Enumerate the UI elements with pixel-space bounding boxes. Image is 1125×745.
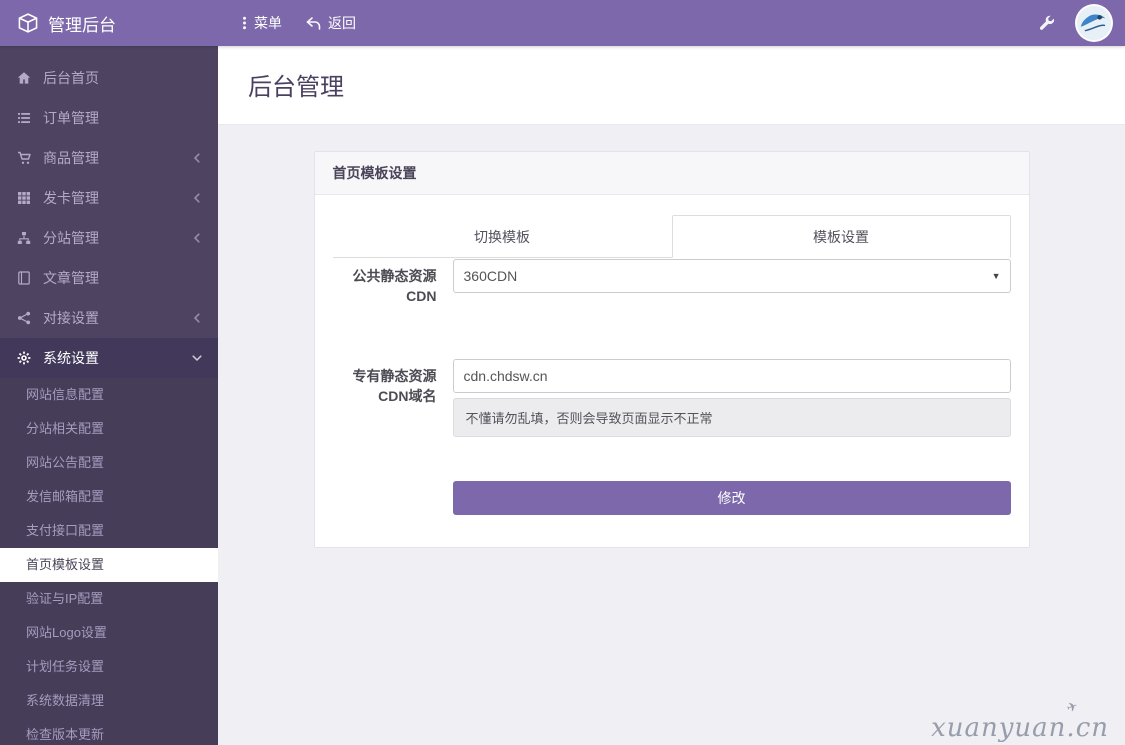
- public-cdn-select[interactable]: 360CDN: [453, 259, 1011, 293]
- submit-button[interactable]: 修改: [453, 481, 1011, 515]
- sidebar-item-label: 分站管理: [43, 228, 99, 248]
- submenu-item-site-logo[interactable]: 网站Logo设置: [0, 616, 218, 650]
- brand-title: 管理后台: [48, 11, 116, 36]
- share-icon: [16, 311, 32, 325]
- sidebar-item-label: 发卡管理: [43, 188, 99, 208]
- chevron-left-icon: [192, 313, 202, 323]
- book-icon: [16, 271, 32, 285]
- topbar: 管理后台 菜单 返回: [0, 0, 1125, 46]
- submenu-item-data-cleanup[interactable]: 系统数据清理: [0, 684, 218, 718]
- menu-dots-icon: [242, 16, 247, 30]
- submenu-item-scheduled-tasks[interactable]: 计划任务设置: [0, 650, 218, 684]
- content-area: 首页模板设置 切换模板 模板设置 公共静态资源CDN 360CDN: [218, 125, 1125, 548]
- app-logo-icon: [18, 13, 38, 33]
- sidebar-item-orders[interactable]: 订单管理: [0, 98, 218, 138]
- page-title: 后台管理: [248, 67, 1095, 102]
- menu-button[interactable]: 菜单: [242, 0, 282, 46]
- card-header: 首页模板设置: [315, 152, 1029, 195]
- gear-icon: [16, 351, 32, 365]
- template-settings-card: 首页模板设置 切换模板 模板设置 公共静态资源CDN 360CDN: [314, 151, 1030, 548]
- cart-icon: [16, 151, 32, 165]
- private-cdn-controls: 不懂请勿乱填，否则会导致页面显示不正常: [453, 359, 1011, 437]
- watermark: ✈ xuanyuan.cn: [931, 713, 1109, 743]
- private-cdn-help-text: 不懂请勿乱填，否则会导致页面显示不正常: [453, 398, 1011, 437]
- tab-switch-template[interactable]: 切换模板: [333, 215, 672, 258]
- private-cdn-label: 专有静态资源CDN域名: [333, 359, 437, 437]
- public-cdn-row: 公共静态资源CDN 360CDN ▼: [333, 259, 1011, 307]
- back-arrow-icon: [306, 17, 321, 30]
- chevron-left-icon: [192, 193, 202, 203]
- back-button[interactable]: 返回: [306, 0, 356, 46]
- app-root: 管理后台 菜单 返回: [0, 0, 1125, 745]
- topnav: 菜单 返回: [218, 0, 356, 46]
- submenu-item-verify-ip[interactable]: 验证与IP配置: [0, 582, 218, 616]
- home-icon: [16, 71, 32, 85]
- sidebar-item-substations[interactable]: 分站管理: [0, 218, 218, 258]
- sidebar-item-label: 对接设置: [43, 308, 99, 328]
- sidebar-item-label: 后台首页: [43, 68, 99, 88]
- submenu-item-mail-config[interactable]: 发信邮箱配置: [0, 480, 218, 514]
- public-cdn-controls: 360CDN ▼: [453, 259, 1011, 307]
- private-cdn-row: 专有静态资源CDN域名 不懂请勿乱填，否则会导致页面显示不正常: [333, 359, 1011, 437]
- wrench-icon[interactable]: [1039, 15, 1055, 31]
- sidebar-item-integrations[interactable]: 对接设置: [0, 298, 218, 338]
- menu-label: 菜单: [254, 13, 282, 33]
- sidebar-item-label: 文章管理: [43, 268, 99, 288]
- public-cdn-label: 公共静态资源CDN: [333, 259, 437, 307]
- sidebar-item-system-settings[interactable]: 系统设置: [0, 338, 218, 378]
- sidebar-item-products[interactable]: 商品管理: [0, 138, 218, 178]
- sidebar-item-label: 订单管理: [43, 108, 99, 128]
- sidebar-item-label: 系统设置: [43, 348, 99, 368]
- chevron-left-icon: [192, 153, 202, 163]
- card-body: 切换模板 模板设置 公共静态资源CDN 360CDN ▼: [315, 195, 1029, 547]
- tab-template-settings[interactable]: 模板设置: [672, 215, 1011, 258]
- system-settings-submenu: 网站信息配置 分站相关配置 网站公告配置 发信邮箱配置 支付接口配置 首页模板设…: [0, 378, 218, 745]
- private-cdn-domain-input[interactable]: [453, 359, 1011, 393]
- list-icon: [16, 111, 32, 125]
- submenu-item-site-announcement[interactable]: 网站公告配置: [0, 446, 218, 480]
- watermark-text: xuanyuan.cn: [931, 713, 1109, 743]
- sidebar-item-dashboard[interactable]: 后台首页: [0, 58, 218, 98]
- submenu-item-payment-api[interactable]: 支付接口配置: [0, 514, 218, 548]
- submenu-item-substation-config[interactable]: 分站相关配置: [0, 412, 218, 446]
- tabs: 切换模板 模板设置: [333, 215, 1011, 258]
- back-label: 返回: [328, 13, 356, 33]
- main-content: 后台管理 首页模板设置 切换模板 模板设置 公共静态资源CDN: [218, 46, 1125, 745]
- sidebar-item-articles[interactable]: 文章管理: [0, 258, 218, 298]
- submenu-item-version-check[interactable]: 检查版本更新: [0, 718, 218, 745]
- chevron-down-icon: [192, 353, 202, 363]
- sidebar-item-cards[interactable]: 发卡管理: [0, 178, 218, 218]
- topbar-right: [1039, 4, 1125, 42]
- sitemap-icon: [16, 231, 32, 245]
- page-header: 后台管理: [218, 46, 1125, 125]
- grid-icon: [16, 191, 32, 205]
- chevron-left-icon: [192, 233, 202, 243]
- sidebar: 后台首页 订单管理 商品管理 发卡管理: [0, 46, 218, 745]
- submit-row: 修改: [333, 481, 1011, 515]
- submenu-item-site-info[interactable]: 网站信息配置: [0, 378, 218, 412]
- submenu-item-home-template[interactable]: 首页模板设置: [0, 548, 218, 582]
- sidebar-item-label: 商品管理: [43, 148, 99, 168]
- brand[interactable]: 管理后台: [0, 0, 218, 46]
- avatar[interactable]: [1075, 4, 1113, 42]
